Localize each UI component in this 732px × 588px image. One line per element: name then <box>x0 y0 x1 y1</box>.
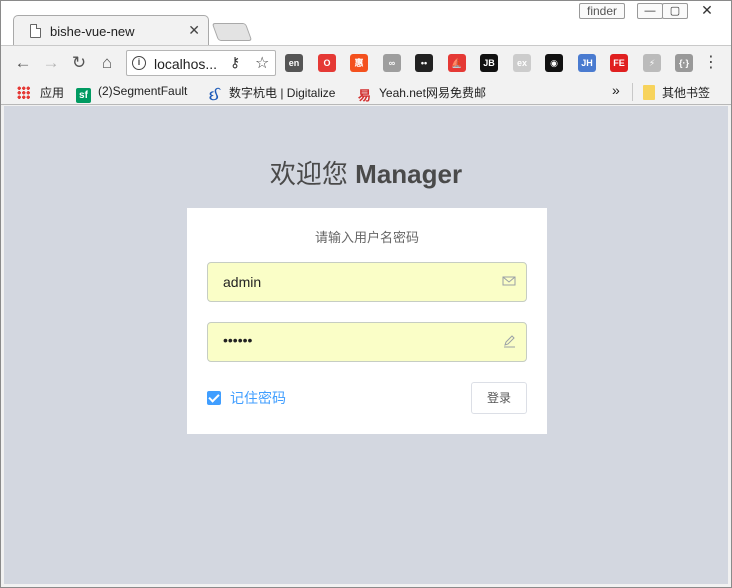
welcome-text: 欢迎您 <box>269 159 348 189</box>
eye-extension-icon[interactable]: ◉ <box>545 54 563 72</box>
code-extension-icon[interactable]: {·} <box>675 54 693 72</box>
edit-pencil-icon <box>504 335 515 348</box>
address-bar[interactable]: i localhos... ⚷ ☆ <box>126 50 276 76</box>
back-arrow-icon[interactable]: ← <box>12 52 34 74</box>
address-url: localhos... <box>154 56 218 72</box>
fe-extension-icon[interactable]: FE <box>610 54 628 72</box>
password-value: •••••• <box>223 332 253 348</box>
browser-window: bishe-vue-new ✕ finder — ▢ ✕ ← → ↻ ⌂ i l… <box>0 0 732 588</box>
bookmarks-divider <box>632 83 633 101</box>
menu-icon[interactable]: ⋮ <box>703 52 719 72</box>
jh-extension-icon[interactable]: JH <box>578 54 596 72</box>
coupon-extension-icon[interactable]: 惠 <box>350 54 368 72</box>
login-card: 请输入用户名密码 admin •••••• 记住密码 登录 <box>187 208 547 434</box>
login-subtitle: 请输入用户名密码 <box>314 230 419 245</box>
bookmark-segmentfault[interactable]: sf (2)SegmentFault <box>76 84 187 103</box>
password-input[interactable]: •••••• <box>207 322 527 362</box>
minimize-button[interactable]: — <box>637 3 663 19</box>
apps-grid-icon <box>17 86 30 99</box>
netease-icon: 易 <box>357 88 371 103</box>
dots-extension-icon[interactable]: •• <box>415 54 433 72</box>
bookmark-yeah[interactable]: 易 Yeah.net网易免费邮 <box>357 84 486 103</box>
login-button[interactable]: 登录 <box>471 382 527 414</box>
checkbox-checked-icon <box>207 391 221 405</box>
key-icon[interactable]: ⚷ <box>230 54 240 71</box>
page-content: 欢迎您 Manager 请输入用户名密码 admin •••••• 记住密码 登… <box>4 106 728 584</box>
remember-password-checkbox[interactable]: 记住密码 <box>207 388 286 408</box>
bookmark-apps-label: 应用 <box>40 86 65 100</box>
bookmark-digitalize-label: 数字杭电 | Digitalize <box>229 86 336 100</box>
manager-text: Manager <box>355 159 463 189</box>
bookmarks-overflow-button[interactable]: » <box>612 82 620 98</box>
tab-close-icon[interactable]: ✕ <box>188 22 200 39</box>
maximize-button[interactable]: ▢ <box>662 3 688 19</box>
remember-password-label: 记住密码 <box>230 390 286 406</box>
bolt-extension-icon[interactable]: ⚡ <box>643 54 661 72</box>
bookmark-yeah-label: Yeah.net网易免费邮 <box>379 86 486 100</box>
browser-toolbar: ← → ↻ ⌂ i localhos... ⚷ ☆ en O 惠 ∞ •• ⛵ JB ex ◉ J… <box>1 45 731 79</box>
bookmark-star-icon[interactable]: ☆ <box>255 53 269 73</box>
home-icon[interactable]: ⌂ <box>96 52 118 74</box>
username-input[interactable]: admin <box>207 262 527 302</box>
glasses-extension-icon[interactable]: ∞ <box>383 54 401 72</box>
bookmark-other-label: 其他书签 <box>662 86 711 100</box>
bookmarks-bar: 应用 sf (2)SegmentFault ઈ 数字杭电 | Digitalize … <box>1 79 731 105</box>
ship-extension-icon[interactable]: ⛵ <box>448 54 466 72</box>
segmentfault-icon: sf <box>76 88 91 103</box>
hdu-logo-icon: ઈ <box>209 87 220 103</box>
bookmark-other[interactable]: 其他书签 <box>643 84 710 101</box>
reload-icon[interactable]: ↻ <box>68 52 90 74</box>
new-tab-button[interactable] <box>211 23 253 41</box>
document-icon <box>30 24 41 38</box>
translate-extension-icon[interactable]: en <box>285 54 303 72</box>
tab-title: bishe-vue-new <box>50 24 135 39</box>
info-icon[interactable]: i <box>132 56 146 70</box>
envelope-icon <box>502 276 516 286</box>
finder-button[interactable]: finder <box>579 3 625 19</box>
tab-bishe-vue-new[interactable]: bishe-vue-new ✕ <box>13 15 209 45</box>
tab-strip: bishe-vue-new ✕ finder — ▢ ✕ <box>1 1 731 45</box>
bookmark-segmentfault-label: (2)SegmentFault <box>98 84 188 98</box>
forward-arrow-icon[interactable]: → <box>40 52 62 74</box>
username-value: admin <box>223 274 262 290</box>
opera-extension-icon[interactable]: O <box>318 54 336 72</box>
page-title: 欢迎您 Manager <box>4 154 728 191</box>
ex-extension-icon[interactable]: ex <box>513 54 531 72</box>
bookmark-apps[interactable]: 应用 <box>17 84 64 101</box>
bookmark-digitalize[interactable]: ઈ 数字杭电 | Digitalize <box>207 84 335 103</box>
close-window-button[interactable]: ✕ <box>691 3 723 19</box>
folder-icon <box>643 85 655 100</box>
jetbrains-extension-icon[interactable]: JB <box>480 54 498 72</box>
